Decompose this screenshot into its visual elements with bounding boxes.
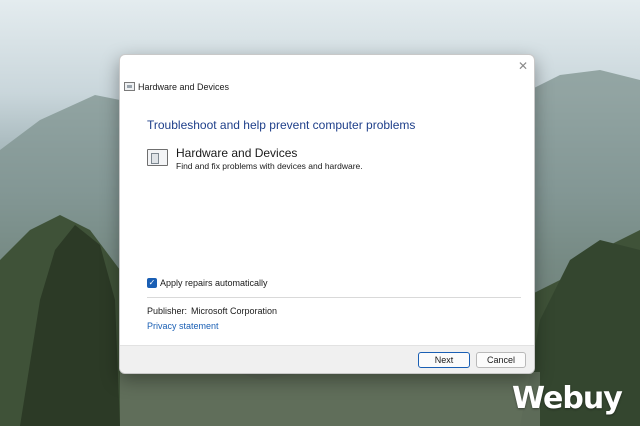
troubleshooter-dialog: Hardware and Devices ✕ Troubleshoot and …: [119, 54, 535, 374]
title-bar: Hardware and Devices ✕: [120, 55, 534, 92]
page-heading: Troubleshoot and help prevent computer p…: [147, 118, 416, 132]
apply-repairs-label[interactable]: Apply repairs automatically: [160, 278, 268, 288]
close-button[interactable]: ✕: [516, 59, 530, 73]
troubleshooter-item-title[interactable]: Hardware and Devices: [176, 146, 297, 160]
publisher-info: Publisher: Microsoft Corporation: [147, 306, 277, 316]
publisher-label: Publisher:: [147, 306, 188, 316]
window-title: Hardware and Devices: [138, 82, 230, 92]
webuy-watermark-logo: Webuy: [512, 381, 623, 416]
divider: [147, 297, 521, 298]
next-button[interactable]: Next: [418, 352, 470, 368]
dialog-footer: Next Cancel: [120, 345, 534, 373]
troubleshooter-window-icon: [124, 82, 135, 91]
hardware-troubleshooter-icon: [147, 149, 168, 166]
privacy-statement-link[interactable]: Privacy statement: [147, 321, 219, 331]
cancel-button[interactable]: Cancel: [476, 352, 526, 368]
troubleshooter-item-description: Find and fix problems with devices and h…: [176, 161, 363, 171]
publisher-value: Microsoft Corporation: [191, 306, 278, 316]
apply-repairs-checkbox[interactable]: ✓: [147, 278, 157, 288]
